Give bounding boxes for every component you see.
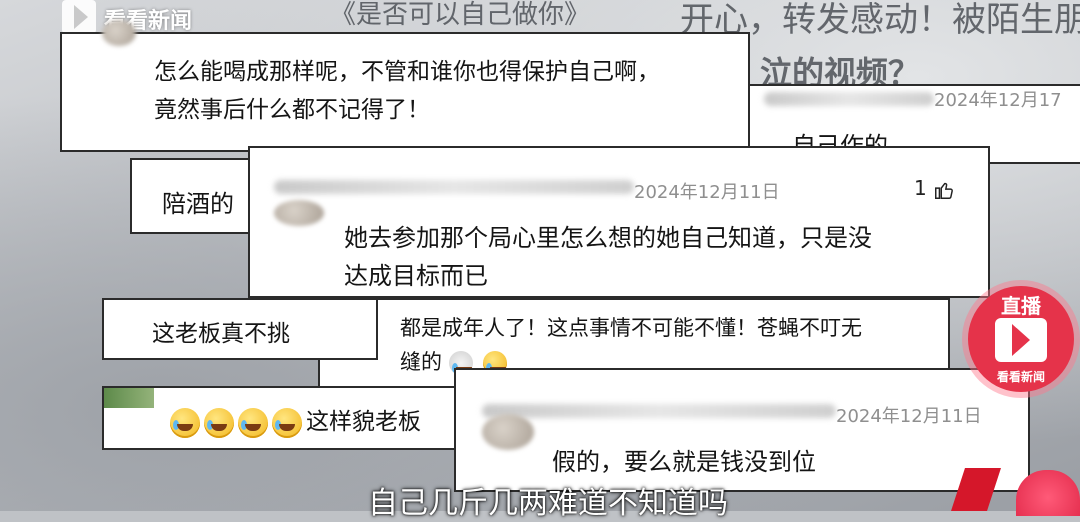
comment-date: 2024年12月17 bbox=[934, 90, 1062, 111]
blurred-username bbox=[274, 180, 634, 194]
comment-text: 陪酒的 bbox=[162, 190, 234, 218]
comment-text-line: 缝的 bbox=[400, 350, 442, 374]
live-badge[interactable]: 直播 看看新闻 bbox=[968, 286, 1074, 392]
laugh-cry-emoji-icon bbox=[204, 407, 234, 438]
blurred-username bbox=[482, 404, 836, 418]
like-number: 1 bbox=[914, 176, 927, 200]
avatar bbox=[482, 414, 534, 450]
thumbs-up-icon bbox=[935, 182, 954, 199]
comment-text: 都是成年人了！这点事情不可能不懂！苍蝇不叮无 bbox=[400, 316, 862, 340]
avatar bbox=[274, 200, 324, 226]
avatar bbox=[102, 20, 136, 46]
comment-text: 达成目标而已 bbox=[344, 262, 488, 290]
comment-card: 2024年12月11日 1 她去参加那个局心里怎么想的她自己知道，只是没 达成目… bbox=[248, 146, 990, 298]
comment-date: 2024年12月11日 bbox=[836, 406, 982, 427]
comment-card: 2024年12月11日 假的，要么就是钱没到位 bbox=[454, 368, 1030, 492]
laugh-cry-emoji-icon bbox=[170, 407, 200, 438]
comment-date: 2024年12月11日 bbox=[634, 182, 780, 203]
video-subtitle: 自己几斤几两难道不知道吗 bbox=[368, 486, 728, 521]
comment-card: 这老板真不挑 bbox=[102, 298, 378, 360]
kankan-logo-icon bbox=[995, 318, 1047, 362]
avatar bbox=[104, 388, 154, 408]
blurred-username bbox=[764, 92, 934, 106]
background-text-title: 《是否可以自己做你》 bbox=[330, 0, 591, 30]
like-count[interactable]: 1 bbox=[914, 176, 955, 201]
comment-text: 假的，要么就是钱没到位 bbox=[552, 448, 816, 476]
comment-text: 怎么能喝成那样呢，不管和谁你也得保护自己啊， bbox=[154, 59, 660, 85]
comment-card: 这样貌老板 bbox=[102, 386, 458, 450]
kankan-logo-icon bbox=[62, 0, 96, 34]
comment-text: 竟然事后什么都不记得了！ bbox=[154, 97, 430, 123]
comment-text: 这老板真不挑 bbox=[152, 321, 290, 347]
live-brand: 看看新闻 bbox=[996, 370, 1045, 384]
comment-card: 怎么能喝成那样呢，不管和谁你也得保护自己啊， 竟然事后什么都不记得了！ bbox=[60, 20, 750, 152]
laugh-cry-emoji-icon bbox=[238, 407, 268, 438]
comment-text-line: 这样貌老板 bbox=[306, 409, 421, 435]
comment-text: 这样貌老板 bbox=[170, 402, 421, 438]
comment-text: 她去参加那个局心里怎么想的她自己知道，只是没 bbox=[344, 224, 872, 252]
laugh-cry-emoji-icon bbox=[272, 407, 302, 438]
live-label: 直播 bbox=[1001, 294, 1041, 318]
